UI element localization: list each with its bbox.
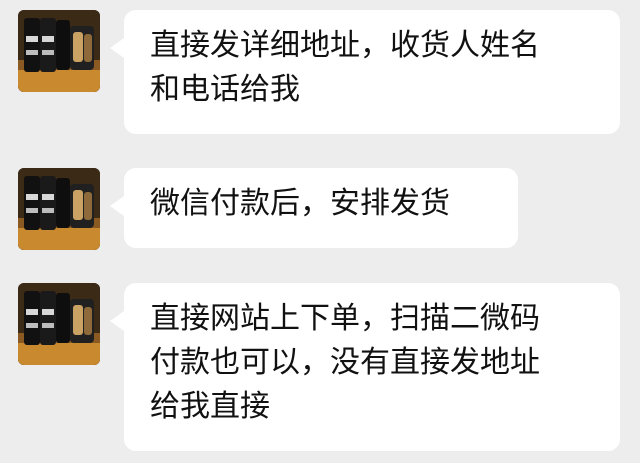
message-bubble[interactable]: 直接网站上下单，扫描二微码 付款也可以，没有直接发地址 给我直接 [110,283,620,451]
message-bubble[interactable]: 直接发详细地址，收货人姓名 和电话给我 [110,10,620,134]
avatar[interactable] [18,283,100,365]
avatar[interactable] [18,168,100,250]
chat-screen: { "messages": [ { "sender": "avatar", "t… [0,0,640,463]
avatar-image [18,10,100,92]
message-bubble[interactable]: 微信付款后，安排发货 [110,168,518,248]
avatar-image [18,283,100,365]
avatar-image [18,168,100,250]
avatar[interactable] [18,10,100,92]
